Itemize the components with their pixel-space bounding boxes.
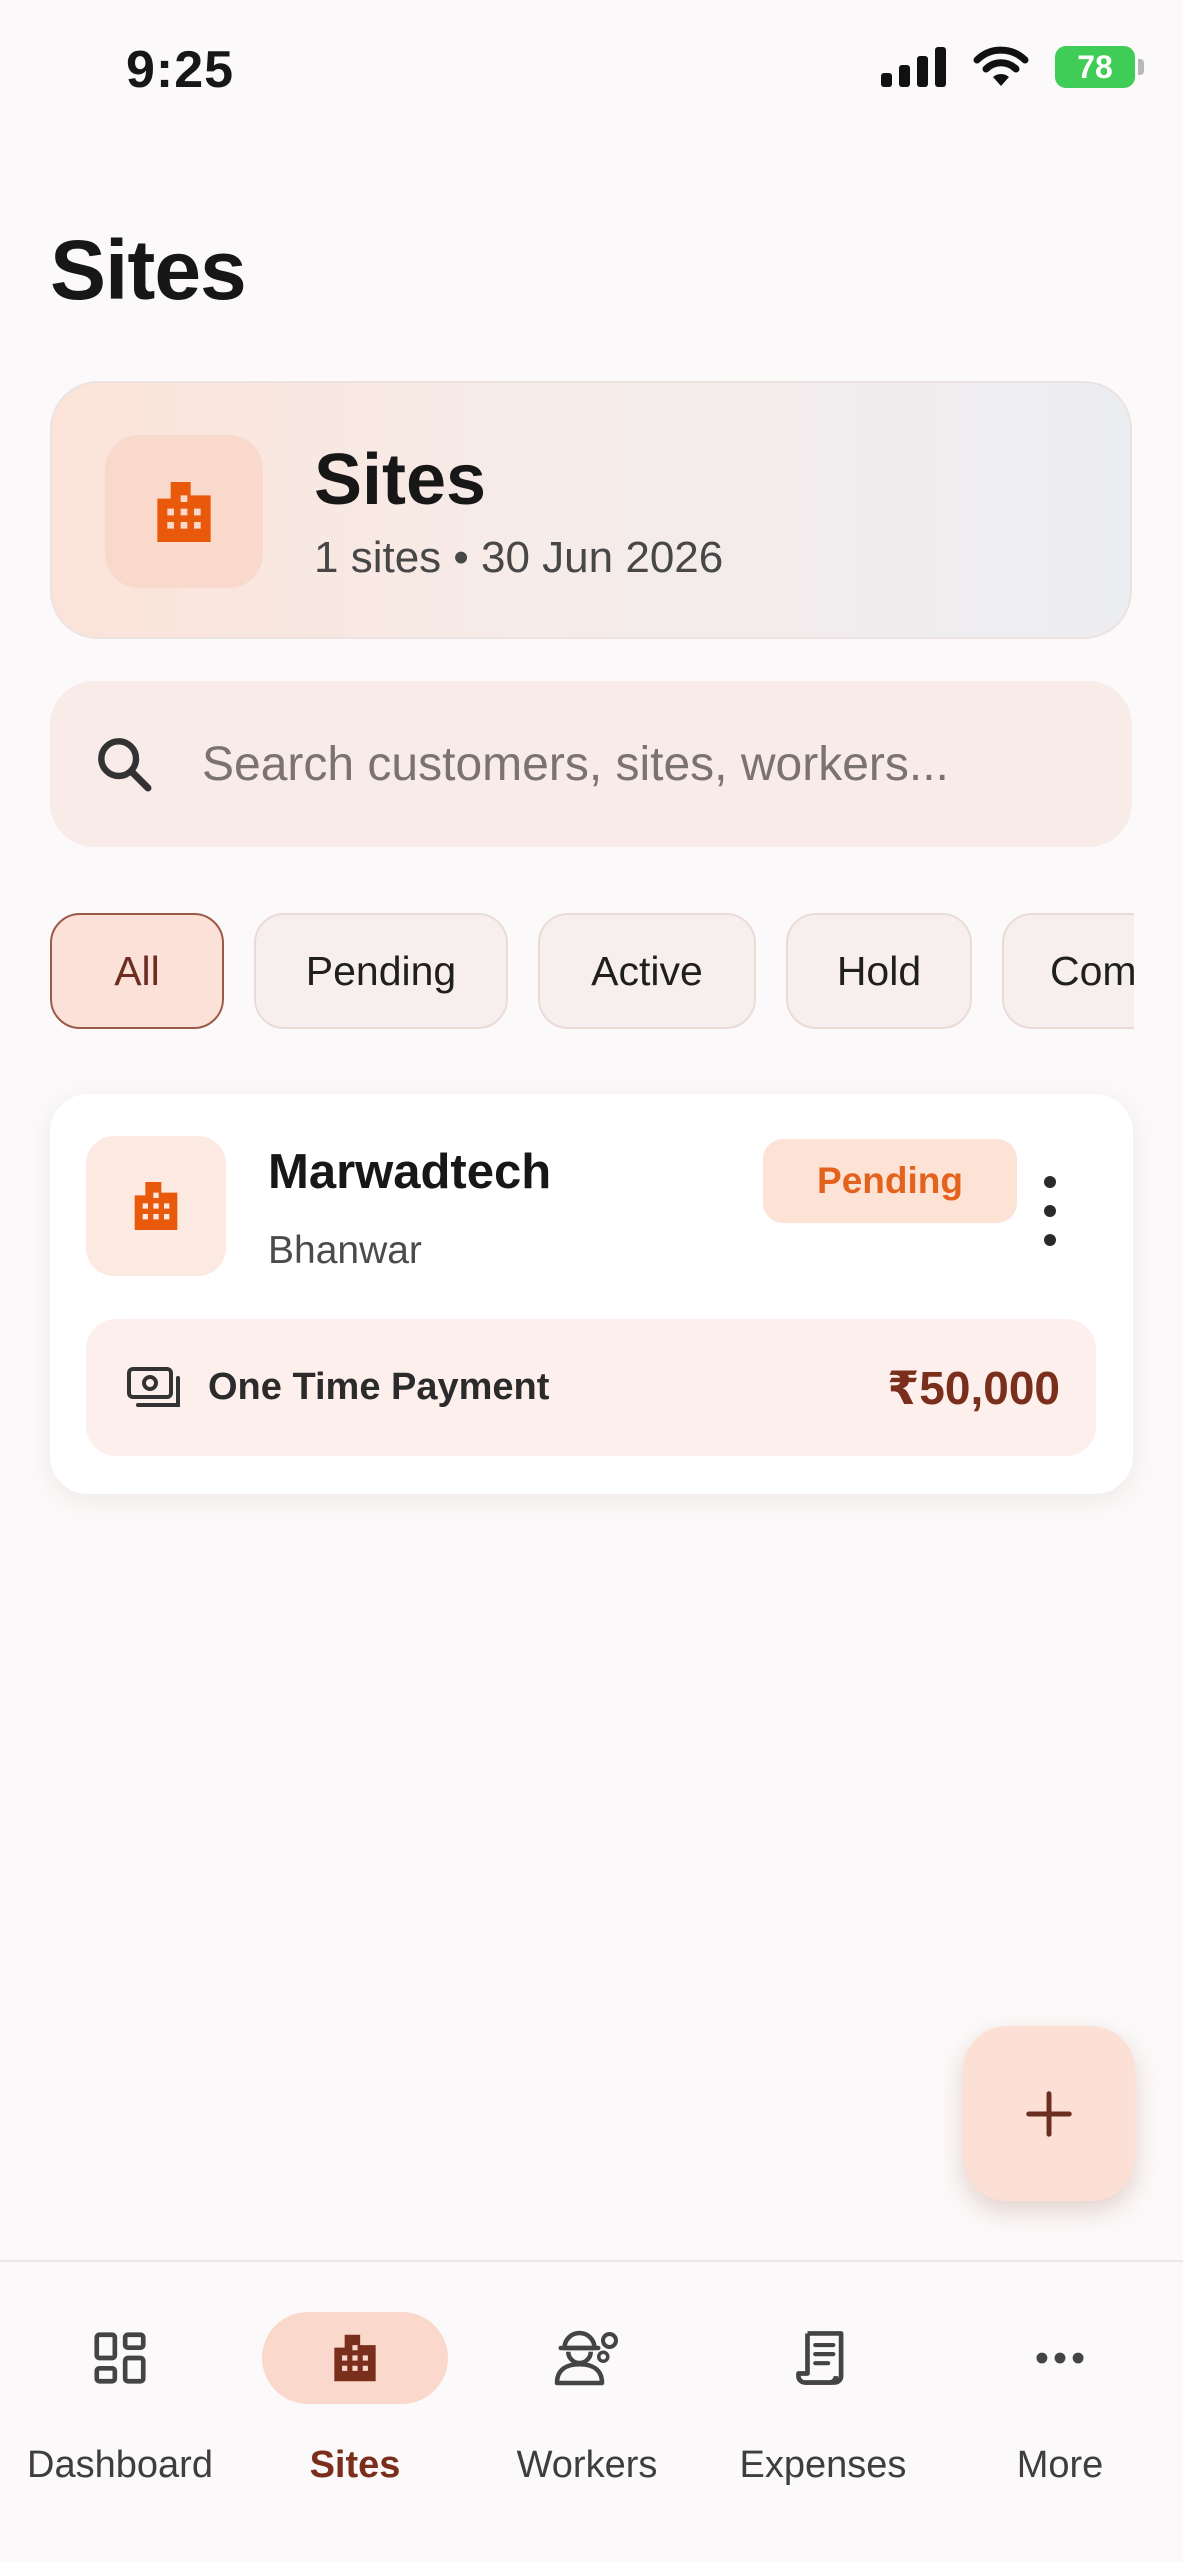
filter-chip-completed[interactable]: Completed bbox=[1002, 913, 1134, 1029]
cash-icon bbox=[127, 1366, 180, 1407]
wifi-icon bbox=[973, 46, 1029, 86]
nav-label: Expenses bbox=[739, 2444, 907, 2486]
filter-chip-label: Completed bbox=[1050, 947, 1134, 994]
search-input[interactable] bbox=[200, 735, 1064, 793]
status-filter-chips: All Pending Active Hold Completed bbox=[50, 913, 1134, 1033]
sites-summary-title: Sites bbox=[314, 440, 487, 520]
building-icon bbox=[157, 481, 211, 542]
status-badge: Pending bbox=[763, 1139, 1017, 1223]
add-site-button[interactable] bbox=[963, 2026, 1135, 2201]
plus-icon bbox=[1026, 2090, 1072, 2137]
receipt-icon bbox=[796, 2331, 844, 2385]
status-time: 9:25 bbox=[126, 41, 235, 99]
payment-row: One Time Payment ₹50,000 bbox=[86, 1319, 1096, 1456]
battery-indicator: 78 bbox=[1055, 46, 1144, 88]
filter-chip-pending[interactable]: Pending bbox=[254, 913, 508, 1029]
sites-summary-icon-box bbox=[105, 435, 263, 588]
nav-label: Dashboard bbox=[27, 2444, 213, 2486]
search-icon bbox=[98, 738, 152, 792]
search-bar[interactable] bbox=[50, 681, 1132, 847]
page-title: Sites bbox=[50, 223, 247, 317]
nav-label: Workers bbox=[516, 2444, 658, 2486]
dashboard-icon bbox=[94, 2332, 146, 2384]
nav-item-workers[interactable]: Workers bbox=[469, 2302, 705, 2502]
payment-type: One Time Payment bbox=[208, 1366, 550, 1408]
filter-chip-label: Hold bbox=[836, 947, 922, 994]
nav-label: Sites bbox=[309, 2444, 401, 2486]
cellular-signal-icon bbox=[881, 47, 946, 87]
sites-summary-card: Sites 1 sites • 30 Jun 2026 bbox=[50, 381, 1132, 639]
filter-chip-hold[interactable]: Hold bbox=[786, 913, 972, 1029]
status-indicators: 78 bbox=[881, 46, 1144, 88]
nav-item-more[interactable]: More bbox=[942, 2302, 1178, 2502]
filter-chip-label: All bbox=[114, 947, 160, 994]
site-icon-box bbox=[86, 1136, 226, 1276]
nav-item-expenses[interactable]: Expenses bbox=[705, 2302, 941, 2502]
more-options-icon[interactable] bbox=[1030, 1176, 1070, 1246]
site-card[interactable]: Marwadtech Bhanwar Pending One Time Paym… bbox=[50, 1094, 1133, 1494]
battery-level: 78 bbox=[1077, 48, 1113, 85]
nav-label: More bbox=[1016, 2444, 1104, 2486]
sites-summary-subtitle: 1 sites • 30 Jun 2026 bbox=[314, 533, 724, 582]
payment-amount: ₹50,000 bbox=[887, 1361, 1060, 1414]
filter-chip-label: Pending bbox=[305, 947, 457, 994]
building-icon bbox=[134, 1182, 178, 1230]
filter-chip-active[interactable]: Active bbox=[538, 913, 756, 1029]
nav-item-sites[interactable]: Sites bbox=[237, 2302, 473, 2502]
filter-chip-label: Active bbox=[591, 947, 703, 994]
site-location: Bhanwar bbox=[268, 1229, 422, 1272]
filter-chip-all[interactable]: All bbox=[50, 913, 224, 1029]
nav-item-dashboard[interactable]: Dashboard bbox=[2, 2302, 238, 2502]
more-horizontal-icon bbox=[1036, 2352, 1084, 2364]
worker-icon bbox=[554, 2330, 618, 2386]
bottom-navigation: Dashboard Sites Workers Expenses More bbox=[0, 2260, 1183, 2562]
site-name: Marwadtech bbox=[268, 1145, 552, 1199]
building-icon bbox=[334, 2334, 376, 2382]
